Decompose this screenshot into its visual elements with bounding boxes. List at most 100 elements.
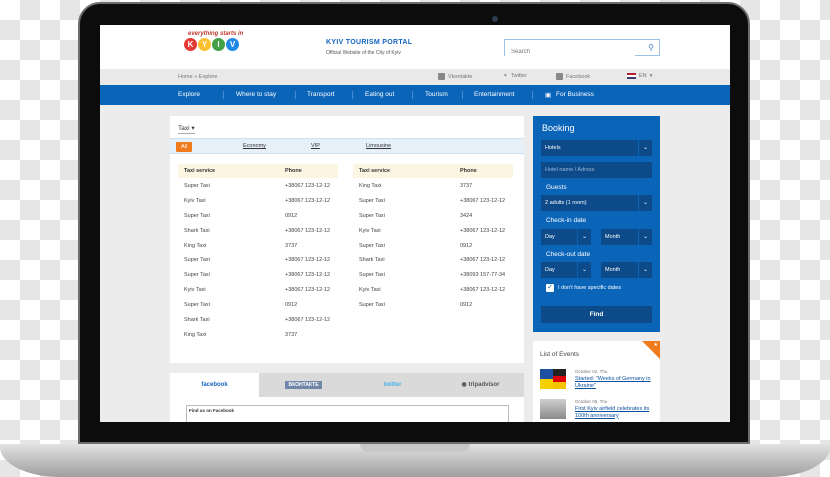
filter-limousine[interactable]: Limousine [366, 143, 391, 149]
taxi-phone: +38067 123-12-12 [285, 257, 331, 264]
taxi-service-name: King Taxi [184, 331, 207, 338]
chevron-down-icon: ⌄ [577, 229, 591, 245]
facebook-widget[interactable]: Find us on Facebook [186, 405, 509, 422]
language-label: EN [639, 73, 647, 79]
chevron-down-icon: ⌄ [638, 140, 652, 156]
taxi-phone: +38067 123-12-12 [460, 287, 506, 294]
tripadvisor-icon: ◉ [461, 382, 467, 388]
tab-vkontakte[interactable]: ВКОНТАКТЕ [259, 373, 348, 397]
social-label: Facebook [566, 73, 591, 80]
event-link[interactable]: Started: "Weeks of Germany in Ukraine" [575, 376, 660, 389]
table-row: Super Taxi 0912 [178, 208, 338, 223]
taxi-service-name: Kyiv Taxi [359, 227, 381, 234]
select-value: Hotels [545, 145, 561, 151]
filter-vip[interactable]: VIP [311, 143, 320, 149]
social-feed-panel: facebook ВКОНТАКТЕ twitter ◉ tripadvisor… [170, 373, 524, 422]
no-dates-checkbox-row[interactable]: ✓ I don't have specific dates [546, 284, 621, 292]
breadcrumb[interactable]: Home » Explore [178, 74, 217, 80]
table-row: Shark Taxi +38067 123-12-12 [178, 312, 338, 327]
checkbox-checked-icon[interactable]: ✓ [546, 284, 554, 292]
language-selector[interactable]: EN ▾ [627, 73, 652, 79]
table-row: Super Taxi +38067 123-12-12 [178, 267, 338, 282]
chevron-down-icon: ⌄ [638, 262, 652, 278]
select-value: Day [545, 234, 555, 240]
taxi-phone: +38093 157-77-34 [460, 272, 506, 279]
taxi-category-dropdown[interactable]: Taxi ▾ [178, 124, 195, 134]
taxi-table-right: Taxi service Phone King Taxi 3737 Super Ta… [353, 164, 513, 312]
taxi-phone: +38067 123-12-12 [460, 197, 506, 204]
taxi-service-name: Shark Taxi [184, 317, 210, 324]
dropdown-value: Taxi [178, 125, 190, 132]
taxi-service-name: King Taxi [359, 183, 382, 189]
booking-type-select[interactable]: Hotels ⌄ [541, 140, 652, 156]
laptop-screen: everything starts in K Y I V KYIV TOURIS… [100, 25, 730, 422]
search-box[interactable]: ⚲ [504, 39, 660, 60]
event-date: October 06, Thu [575, 399, 608, 404]
webcam [492, 16, 498, 22]
nav-separator [412, 91, 413, 99]
tab-facebook[interactable]: facebook [170, 373, 259, 397]
taxi-service-name: Super Taxi [184, 257, 210, 264]
social-link-twitter[interactable]: ✦ Twitter [503, 73, 527, 79]
search-icon[interactable]: ⚲ [648, 43, 654, 52]
search-input[interactable] [505, 44, 635, 60]
filter-all[interactable]: All [176, 142, 192, 152]
nav-item-entertainment[interactable]: Entertainment [474, 91, 514, 98]
social-link-vkontakte[interactable]: Vkontakte [438, 73, 472, 80]
hotel-name-input[interactable]: Hotel name / Adress [541, 162, 652, 178]
taxi-phone: +38067 123-12-12 [460, 257, 506, 264]
checkout-month-select[interactable]: Month ⌄ [601, 262, 652, 278]
checkin-month-select[interactable]: Month ⌄ [601, 229, 652, 245]
event-item[interactable]: October 02, Thu Started: "Weeks of Germa… [540, 369, 658, 393]
tab-twitter[interactable]: twitter [348, 373, 437, 397]
taxi-filter-bar: All Economy VIP Limousine [170, 138, 524, 154]
flag-icon [627, 73, 636, 79]
facebook-widget-title: Find us on Facebook [189, 408, 235, 413]
tab-tripadvisor[interactable]: ◉ tripadvisor [437, 373, 524, 397]
table-row: Super Taxi +38067 123-12-12 [353, 193, 513, 208]
taxi-phone: +38067 123-12-12 [285, 317, 331, 324]
taxi-service-name: King Taxi [184, 242, 207, 249]
table-row: Kyiv Taxi +38067 123-12-12 [353, 223, 513, 238]
taxi-phone: 3737 [460, 183, 473, 189]
twitter-icon: ✦ [503, 73, 508, 79]
nav-item-eating-out[interactable]: Eating out [365, 91, 394, 98]
table-row: Super Taxi 0912 [178, 297, 338, 312]
logo-letter: K [184, 38, 197, 51]
taxi-phone: +38067 123-12-12 [285, 183, 331, 189]
checkin-label: Check-in date [546, 217, 587, 224]
filter-economy[interactable]: Economy [243, 143, 266, 149]
nav-item-where-to-stay[interactable]: Where to stay [236, 91, 276, 98]
social-link-facebook[interactable]: Facebook [556, 73, 590, 80]
checkin-day-select[interactable]: Day ⌄ [541, 229, 591, 245]
table-row: Super Taxi 3424 [353, 208, 513, 223]
event-item[interactable]: October 06, Thu First Kyiv airfield cele… [540, 399, 658, 422]
table-row: Shark Taxi +38067 123-12-12 [353, 252, 513, 267]
logo-letter: Y [198, 38, 211, 51]
taxi-table-left: Taxi service Phone Super Taxi +38067 123-… [178, 164, 338, 342]
guests-select[interactable]: 2 adults (1 room) ⌄ [541, 195, 652, 211]
table-row: Kyiv Taxi +38067 123-12-12 [178, 282, 338, 297]
taxi-phone: +38067 123-12-12 [285, 287, 331, 294]
table-row: King Taxi 3737 [353, 178, 513, 193]
nav-separator [295, 91, 296, 99]
taxi-service-name: Super Taxi [359, 302, 385, 309]
event-link[interactable]: First Kyiv airfield celebrates its 100th… [575, 406, 660, 419]
taxi-phone: +38067 123-12-12 [285, 197, 331, 204]
taxi-service-name: Super Taxi [359, 212, 385, 219]
table-row: King Taxi 3737 [178, 238, 338, 253]
nav-separator [462, 91, 463, 99]
taxi-service-name: Super Taxi [184, 302, 210, 309]
nav-item-explore[interactable]: Explore [178, 91, 200, 98]
taxi-service-name: Super Taxi [359, 242, 385, 249]
nav-item-transport[interactable]: Transport [307, 91, 335, 98]
taxi-phone: 3737 [285, 242, 298, 249]
nav-item-for-business[interactable]: For Business [556, 91, 594, 98]
nav-item-tourism[interactable]: Tourism [425, 91, 448, 98]
taxi-phone: 0912 [460, 302, 473, 309]
site-logo[interactable]: K Y I V [184, 38, 239, 51]
taxi-service-name: Shark Taxi [359, 257, 385, 264]
checkout-day-select[interactable]: Day ⌄ [541, 262, 591, 278]
select-value: Month [605, 234, 621, 240]
find-button[interactable]: Find [541, 306, 652, 323]
